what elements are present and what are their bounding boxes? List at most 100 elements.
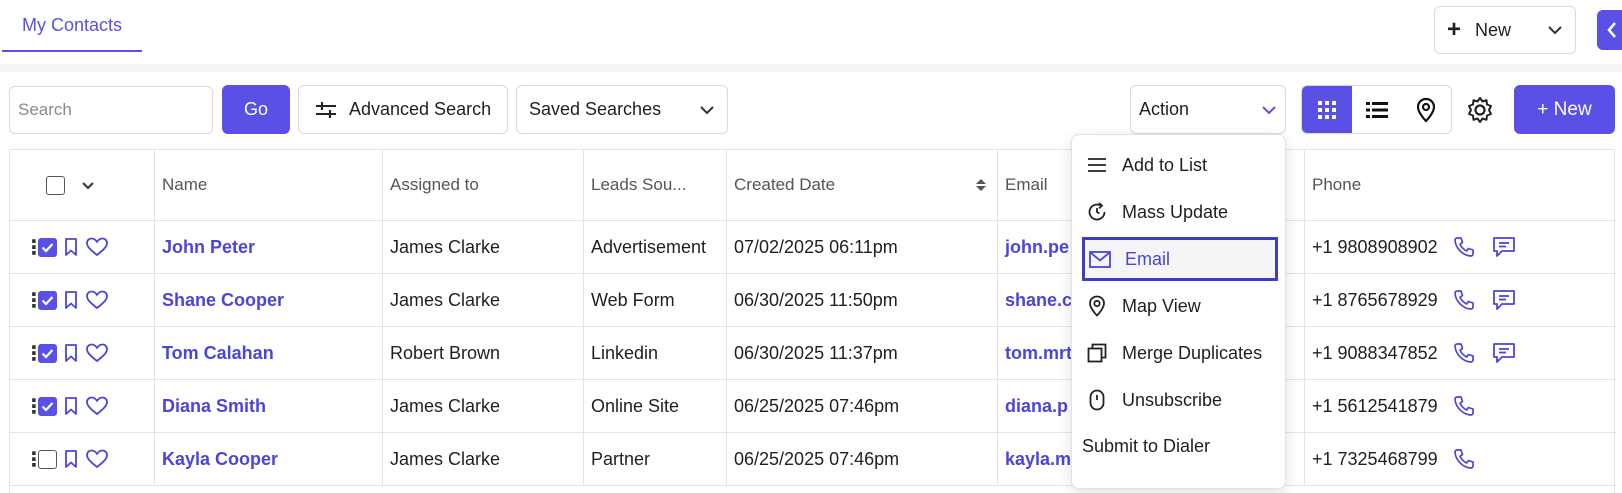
lead-source-cell: Linkedin (584, 327, 727, 379)
map-view-button[interactable] (1401, 86, 1451, 133)
phone-icon[interactable] (1452, 341, 1476, 365)
bookmark-icon[interactable] (63, 396, 79, 416)
phone-icon[interactable] (1452, 394, 1476, 418)
action-dropdown[interactable]: Action (1130, 85, 1286, 134)
assigned-cell: James Clarke (383, 380, 584, 432)
collapse-panel-button[interactable] (1597, 10, 1622, 50)
sort-icon[interactable] (975, 178, 987, 192)
settings-button[interactable] (1462, 92, 1498, 128)
more-vertical-icon[interactable]: ⋮ (24, 341, 44, 366)
search-input[interactable] (9, 86, 213, 134)
column-header-phone[interactable]: Phone (1305, 150, 1616, 220)
created-date-cell: 06/30/2025 11:37pm (727, 327, 998, 379)
list-icon (1086, 154, 1108, 176)
name-cell: Diana Smith (155, 380, 383, 432)
advanced-search-button[interactable]: Advanced Search (298, 85, 508, 134)
lead-source-cell: Online Site (584, 380, 727, 432)
phone-icon[interactable] (1452, 447, 1476, 471)
table-row[interactable]: ⋮ John Peter James Clarke Advertisement 07/0… (10, 221, 1616, 274)
heart-icon[interactable] (85, 449, 109, 469)
name-cell: Kayla Cooper (155, 433, 383, 485)
chevron-down-icon (700, 105, 714, 114)
plus-icon: + (1447, 16, 1462, 43)
table-row[interactable]: ⋮ Diana Smith James Clarke Online Site 06/25… (10, 380, 1616, 433)
created-date-cell: 07/02/2025 06:11pm (727, 221, 998, 273)
email-link[interactable]: kayla.m (1005, 449, 1071, 470)
phone-icon[interactable] (1452, 288, 1476, 312)
contact-name-link[interactable]: Tom Calahan (162, 343, 274, 364)
table-row[interactable]: ⋮ Kayla Cooper James Clarke Partner 06/25/20… (10, 433, 1616, 486)
view-toggle-group (1301, 85, 1452, 134)
more-vertical-icon[interactable]: ⋮ (24, 235, 44, 260)
row-controls: ⋮ (10, 274, 155, 326)
menu-item-submit-to-dialer[interactable]: Submit to Dialer (1082, 424, 1278, 468)
new-dropdown[interactable]: + New (1434, 6, 1576, 54)
new-contact-button[interactable]: + New (1514, 85, 1615, 134)
row-checkbox[interactable] (38, 237, 57, 257)
more-vertical-icon[interactable]: ⋮ (24, 394, 44, 419)
column-header-created[interactable]: Created Date (727, 150, 998, 220)
menu-item-map-view[interactable]: Map View (1082, 284, 1278, 328)
map-pin-icon (1417, 97, 1436, 123)
bookmark-icon[interactable] (63, 237, 79, 257)
heart-icon[interactable] (85, 396, 109, 416)
column-header-assigned[interactable]: Assigned to (383, 150, 584, 220)
row-controls: ⋮ (10, 221, 155, 273)
row-checkbox[interactable] (38, 343, 57, 363)
contact-name-link[interactable]: Shane Cooper (162, 290, 284, 311)
phone-number: +1 9088347852 (1312, 342, 1438, 363)
phone-icon[interactable] (1452, 235, 1476, 259)
grid-icon (1317, 100, 1336, 119)
saved-searches-dropdown[interactable]: Saved Searches (516, 85, 728, 134)
row-checkbox[interactable] (38, 396, 57, 416)
more-vertical-icon[interactable]: ⋮ (24, 447, 44, 472)
heart-icon[interactable] (85, 290, 109, 310)
table-row[interactable]: ⋮ Shane Cooper James Clarke Web Form 06/30/2… (10, 274, 1616, 327)
phone-cell: +1 7325468799 (1305, 433, 1616, 485)
phone-number: +1 7325468799 (1312, 448, 1438, 469)
email-link[interactable]: tom.mrt (1005, 343, 1072, 364)
table-row[interactable]: ⋮ Tom Calahan Robert Brown Linkedin 06/30/20… (10, 327, 1616, 380)
list-view-button[interactable] (1352, 86, 1402, 133)
lead-source-cell: Partner (584, 433, 727, 485)
action-menu: Add to List Mass Update Email Map View Merge… (1071, 134, 1286, 489)
sms-icon[interactable] (1492, 236, 1516, 258)
list-icon (1365, 101, 1388, 118)
chevron-down-icon[interactable] (81, 181, 95, 190)
row-checkbox[interactable] (38, 290, 57, 310)
menu-item-mass-update[interactable]: Mass Update (1082, 190, 1278, 234)
contact-name-link[interactable]: Kayla Cooper (162, 449, 278, 470)
phone-number: +1 8765678929 (1312, 289, 1438, 310)
select-all-checkbox[interactable] (46, 175, 65, 195)
menu-item-merge-duplicates[interactable]: Merge Duplicates (1082, 331, 1278, 375)
contact-name-link[interactable]: Diana Smith (162, 396, 266, 417)
bookmark-icon[interactable] (63, 449, 79, 469)
saved-searches-label: Saved Searches (529, 99, 662, 119)
heart-icon[interactable] (85, 343, 109, 363)
heart-icon[interactable] (85, 237, 109, 257)
select-all-cell (10, 150, 155, 220)
contact-name-link[interactable]: John Peter (162, 237, 255, 258)
more-vertical-icon[interactable]: ⋮ (24, 288, 44, 313)
email-link[interactable]: john.pe (1005, 237, 1069, 258)
email-link[interactable]: shane.c (1005, 290, 1072, 311)
email-link[interactable]: diana.p (1005, 396, 1068, 417)
row-checkbox[interactable] (38, 449, 57, 469)
sms-icon[interactable] (1492, 289, 1516, 311)
grid-view-button[interactable] (1302, 86, 1352, 133)
row-controls: ⋮ (10, 433, 155, 485)
menu-item-add-to-list[interactable]: Add to List (1082, 143, 1278, 187)
chevron-left-icon (1607, 22, 1616, 38)
column-header-source[interactable]: Leads Sou... (584, 150, 727, 220)
bookmark-icon[interactable] (63, 290, 79, 310)
menu-item-unsubscribe[interactable]: Unsubscribe (1082, 378, 1278, 422)
go-button[interactable]: Go (222, 85, 290, 134)
column-header-name[interactable]: Name (155, 150, 383, 220)
chevron-down-icon (1262, 105, 1276, 114)
menu-item-email[interactable]: Email (1082, 237, 1278, 281)
tab-my-contacts[interactable]: My Contacts (2, 0, 142, 52)
divider-band (0, 64, 1622, 72)
sms-icon[interactable] (1492, 342, 1516, 364)
bookmark-icon[interactable] (63, 343, 79, 363)
sliders-icon (316, 101, 336, 118)
